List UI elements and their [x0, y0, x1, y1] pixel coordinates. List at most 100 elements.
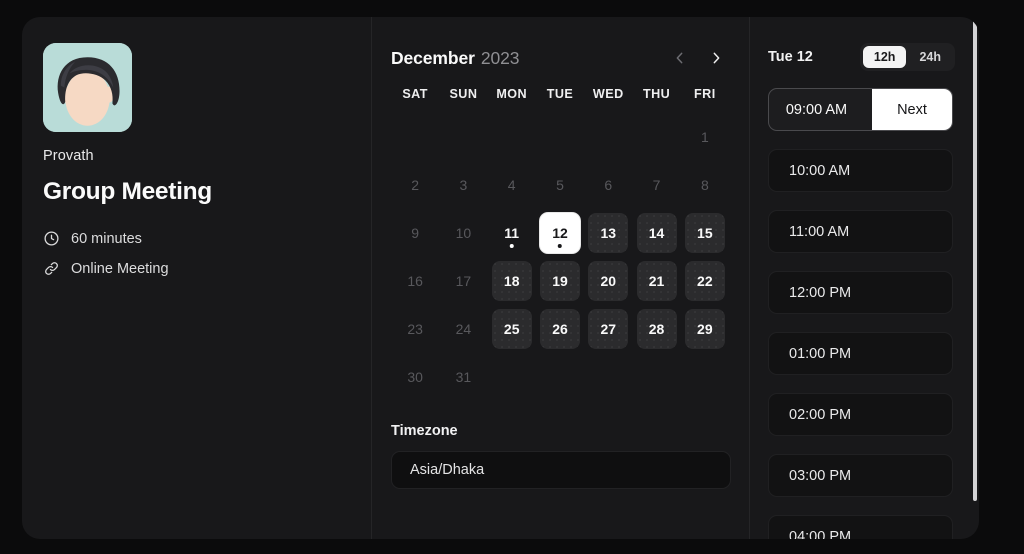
avatar: [43, 43, 132, 132]
hour-format-option-12h[interactable]: 12h: [862, 45, 907, 69]
calendar-day-23: 23: [395, 309, 435, 349]
calendar-day-cell: 27: [584, 309, 632, 349]
time-slot[interactable]: 02:00 PM: [768, 393, 953, 436]
calendar-day-cell: [488, 117, 536, 157]
calendar-day-number: 10: [455, 225, 472, 241]
calendar-day-number: 15: [697, 225, 713, 241]
calendar-day-cell: 1: [681, 117, 729, 157]
calendar-day-empty: [395, 117, 435, 157]
calendar-day-14[interactable]: 14: [636, 213, 677, 253]
weekday-header-mon: MON: [496, 87, 528, 101]
hour-format-option-24h[interactable]: 24h: [908, 46, 952, 69]
event-location-label: Online Meeting: [71, 260, 169, 277]
calendar-day-empty: [540, 357, 580, 397]
calendar-day-cell: [536, 357, 584, 397]
calendar-day-21[interactable]: 21: [636, 261, 677, 301]
calendar-day-26[interactable]: 26: [539, 309, 580, 349]
calendar-day-cell: [632, 117, 680, 157]
calendar-day-cell: 28: [632, 309, 680, 349]
calendar-day-27[interactable]: 27: [588, 309, 629, 349]
calendar-day-empty: [685, 357, 725, 397]
calendar-day-cell: 18: [488, 261, 536, 301]
calendar-day-4: 4: [492, 165, 532, 205]
calendar-day-cell: 23: [391, 309, 439, 349]
time-slot[interactable]: 12:00 PM: [768, 271, 953, 314]
calendar-day-cell: 3: [439, 165, 487, 205]
calendar-day-number: 3: [459, 177, 468, 193]
calendar-day-cell: 22: [681, 261, 729, 301]
calendar-day-13[interactable]: 13: [588, 213, 629, 253]
next-button[interactable]: Next: [872, 89, 952, 130]
calendar-day-15[interactable]: 15: [684, 213, 725, 253]
hour-format-toggle[interactable]: 12h 24h: [859, 42, 955, 72]
calendar-day-18[interactable]: 18: [491, 261, 532, 301]
time-slots-scrollbar[interactable]: [973, 17, 977, 501]
calendar-month-year: December 2023: [391, 48, 519, 69]
chevron-left-icon: [672, 50, 688, 66]
availability-dot: [509, 243, 514, 248]
calendar-day-number: 21: [648, 273, 665, 289]
calendar-grid: SAT SUN MON TUE WED THU FRI 1 2 3 4 5 6 7 8 9 10 11 12 13 14…: [391, 87, 729, 397]
calendar-day-cell: 10: [439, 213, 487, 253]
calendar-day-number: 28: [648, 321, 665, 337]
calendar-day-2: 2: [395, 165, 435, 205]
calendar-day-6: 6: [588, 165, 628, 205]
calendar-day-28[interactable]: 28: [636, 309, 677, 349]
calendar-day-number: 8: [700, 177, 709, 193]
weekday-header-sat: SAT: [402, 87, 428, 101]
calendar-day-number: 11: [504, 225, 520, 241]
calendar-day-10: 10: [443, 213, 483, 253]
next-month-button[interactable]: [705, 47, 727, 69]
calendar-day-number: 17: [455, 273, 472, 289]
time-slot[interactable]: 10:00 AM: [768, 149, 953, 192]
calendar-day-19[interactable]: 19: [539, 261, 580, 301]
time-slot-label: 04:00 PM: [789, 528, 852, 540]
calendar-day-24: 24: [443, 309, 483, 349]
time-slot-label: 10:00 AM: [789, 162, 851, 179]
calendar-day-cell: 14: [632, 213, 680, 253]
weekday-header-tue: TUE: [546, 87, 574, 101]
calendar-day-cell: [632, 357, 680, 397]
calendar-day-25[interactable]: 25: [491, 309, 532, 349]
timezone-value: Asia/Dhaka: [410, 462, 485, 478]
calendar-day-5: 5: [540, 165, 580, 205]
clock-icon: [43, 230, 60, 247]
calendar-day-number: 2: [411, 177, 420, 193]
calendar-day-29[interactable]: 29: [684, 309, 725, 349]
calendar-day-cell: [391, 117, 439, 157]
availability-dot: [557, 243, 563, 248]
timezone-select[interactable]: Asia/Dhaka: [391, 451, 731, 489]
calendar-day-cell: [584, 117, 632, 157]
calendar-panel: December2023 SATSUNMONTUEWEDTHUFR: [372, 17, 750, 539]
selected-date-label: Tue 12: [768, 49, 813, 65]
calendar-day-cell: 25: [488, 309, 536, 349]
time-slot[interactable]: 04:00 PM: [768, 515, 953, 539]
time-slot[interactable]: 03:00 PM: [768, 454, 953, 497]
calendar-day-cell: 5: [536, 165, 584, 205]
calendar-day-11[interactable]: 11: [492, 213, 532, 253]
time-slot[interactable]: 01:00 PM: [768, 332, 953, 375]
calendar-day-3: 3: [443, 165, 483, 205]
time-slot-label: 12:00 PM: [789, 284, 852, 301]
calendar-day-12[interactable]: 12: [539, 213, 580, 253]
calendar-day-22[interactable]: 22: [684, 261, 725, 301]
calendar-day-cell: 29: [681, 309, 729, 349]
calendar-day-cell: 26: [536, 309, 584, 349]
user-avatar-illustration: [43, 43, 132, 132]
calendar-day-cell: 12: [536, 213, 584, 253]
time-slot[interactable]: 09:00 AM Next: [768, 88, 953, 131]
calendar-day-1: 1: [685, 117, 725, 157]
calendar-day-cell: [536, 117, 584, 157]
calendar-day-cell: 20: [584, 261, 632, 301]
time-slot-label: 02:00 PM: [789, 406, 852, 423]
calendar-day-17: 17: [443, 261, 483, 301]
host-name: Provath: [43, 148, 94, 164]
calendar-header: December 2023: [391, 45, 729, 71]
prev-month-button[interactable]: [669, 47, 691, 69]
calendar-day-20[interactable]: 20: [588, 261, 629, 301]
time-slot-label: 11:00 AM: [789, 223, 850, 240]
calendar-day-number: 25: [503, 321, 520, 337]
time-slot[interactable]: 11:00 AM: [768, 210, 953, 253]
calendar-day-number: 18: [503, 273, 520, 289]
event-duration-row: 60 minutes: [43, 230, 349, 247]
